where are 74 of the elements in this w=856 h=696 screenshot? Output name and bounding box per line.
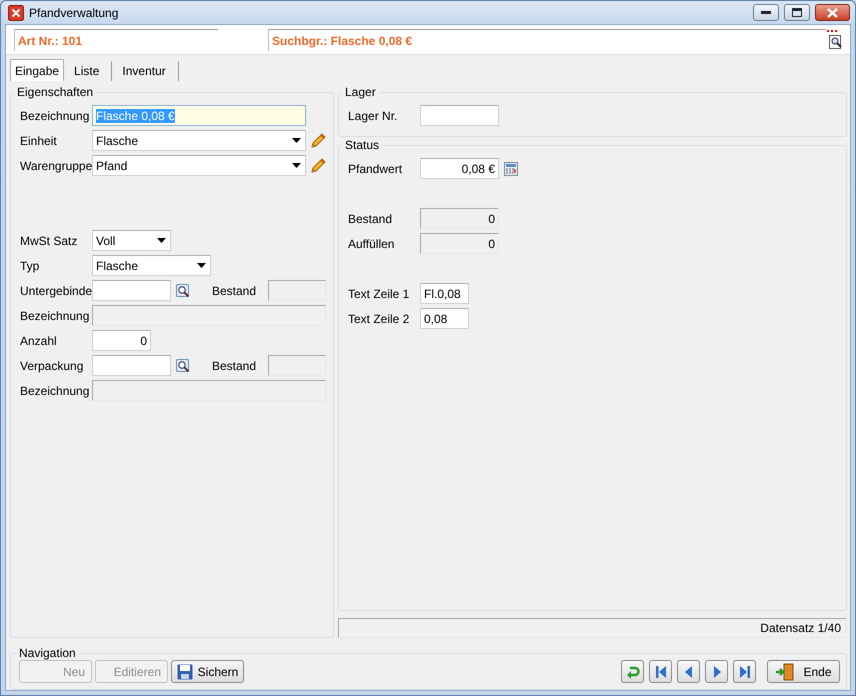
- input-field[interactable]: [92, 355, 171, 376]
- search-icon[interactable]: [176, 358, 190, 372]
- readonly-field: 0: [420, 233, 499, 254]
- close-button[interactable]: [815, 4, 850, 21]
- field-label: Warengruppe: [20, 158, 92, 172]
- maximize-icon: [792, 8, 802, 17]
- dropdown-field[interactable]: Pfand: [92, 155, 306, 176]
- search-icon[interactable]: [176, 284, 190, 298]
- readonly-field: [268, 355, 326, 376]
- field-label: MwSt Satz: [20, 234, 78, 248]
- door-icon: [775, 662, 796, 680]
- pencil-icon[interactable]: [310, 158, 326, 174]
- action-button[interactable]: Sichern: [171, 660, 244, 683]
- field-label: Einheit: [20, 134, 58, 148]
- readonly-field: 0: [420, 208, 499, 229]
- input-field[interactable]: Fl.0,08: [420, 283, 469, 304]
- caret-icon: [157, 238, 166, 243]
- maximize-button[interactable]: [784, 4, 810, 21]
- field-label: Auffüllen: [348, 236, 396, 250]
- next-record-button[interactable]: [705, 660, 728, 683]
- search-term: Suchbgr.: Flasche 0,08 €: [268, 28, 826, 50]
- caret-icon: [292, 138, 301, 143]
- last-icon: [738, 664, 750, 678]
- previous-record-button[interactable]: [677, 660, 700, 683]
- tab[interactable]: Inventur: [112, 61, 179, 81]
- dropdown-field[interactable]: Flasche: [92, 130, 306, 151]
- group-title: Status: [344, 138, 380, 152]
- field-label: Bezeichnung: [20, 384, 90, 398]
- refresh-button[interactable]: [621, 660, 644, 683]
- caret-icon: [197, 263, 206, 268]
- sql-search-icon[interactable]: [826, 30, 844, 50]
- article-number: Art Nr.: 101: [14, 28, 218, 50]
- input-field[interactable]: 0: [92, 330, 151, 351]
- dropdown-field[interactable]: Voll: [92, 230, 171, 251]
- pencil-icon[interactable]: [310, 132, 326, 148]
- group-title: Lager: [344, 85, 377, 99]
- input-field[interactable]: 0,08 €: [420, 158, 499, 179]
- field-label: Bestand: [212, 358, 258, 372]
- field-label: Typ: [20, 258, 40, 272]
- close-icon: [827, 8, 838, 18]
- tab[interactable]: Liste: [64, 61, 112, 81]
- tab[interactable]: Eingabe: [10, 59, 64, 81]
- field-label: Lager Nr.: [348, 108, 398, 122]
- input-field[interactable]: [92, 280, 171, 301]
- record-counter: Datensatz 1/40: [760, 621, 841, 635]
- field-label: Pfandwert: [348, 162, 404, 176]
- field-label: Text Zeile 2: [348, 312, 410, 326]
- field-label: Bestand: [212, 284, 258, 298]
- dropdown-field[interactable]: Flasche: [92, 255, 211, 276]
- input-field[interactable]: 0,08: [420, 308, 469, 329]
- exit-button[interactable]: Ende: [767, 660, 840, 683]
- field-label: Untergebinde: [20, 284, 92, 298]
- minimize-button[interactable]: [753, 4, 779, 21]
- right-triangle-icon: [712, 664, 722, 678]
- first-icon: [654, 664, 666, 678]
- field-label: Verpackung: [20, 358, 84, 372]
- minimize-icon: [761, 10, 771, 14]
- field-label: Bezeichnung: [20, 108, 90, 122]
- group-title: Eigenschaften: [16, 85, 94, 99]
- last-record-button[interactable]: [733, 660, 756, 683]
- input-field[interactable]: [420, 105, 499, 126]
- field-label: Bestand: [348, 212, 394, 226]
- field-label: Anzahl: [20, 334, 58, 348]
- window-title: Pfandverwaltung: [29, 6, 120, 20]
- field-label: Bezeichnung: [20, 308, 90, 322]
- readonly-field: [268, 280, 326, 301]
- first-record-button[interactable]: [649, 660, 672, 683]
- left-triangle-icon: [684, 664, 694, 678]
- group-title: Navigation: [18, 646, 77, 660]
- app-icon: [8, 4, 24, 20]
- calculator-icon[interactable]: [504, 162, 518, 176]
- caret-icon: [292, 163, 301, 168]
- field-label: Text Zeile 1: [348, 286, 410, 300]
- return-arrow-icon: [626, 664, 640, 678]
